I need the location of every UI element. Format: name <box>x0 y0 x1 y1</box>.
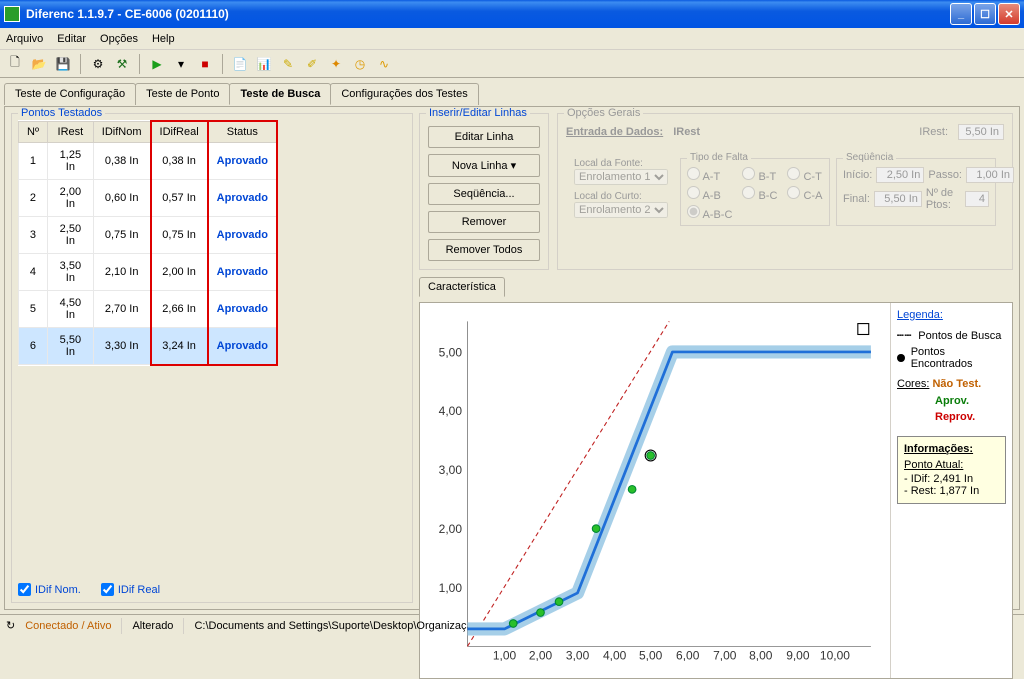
chk-idifreal[interactable]: IDif Real <box>101 583 160 596</box>
brush1-icon[interactable]: ✎ <box>279 55 297 73</box>
menu-opcoes[interactable]: Opções <box>100 33 138 45</box>
table-row[interactable]: 43,50 In2,10 In2,00 InAprovado <box>19 254 278 291</box>
menu-arquivo[interactable]: Arquivo <box>6 33 43 45</box>
report-icon[interactable]: 📄 <box>231 55 249 73</box>
play-icon[interactable]: ▶ <box>148 55 166 73</box>
irest-label: IRest: <box>919 126 948 138</box>
window-title: Diferenc 1.1.9.7 - CE-6006 (0201110) <box>26 7 229 21</box>
svg-text:3,00: 3,00 <box>566 648 590 662</box>
opcoes-title: Opções Gerais <box>564 107 643 119</box>
chart-area[interactable]: 1,00 2,00 3,00 4,00 5,00 6,00 7,00 8,00 9,00 10,0… <box>420 303 890 678</box>
table-row[interactable]: 11,25 In0,38 In0,38 InAprovado <box>19 143 278 180</box>
pontos-table: Nº IRest IDifNom IDifReal Status 11,25 I… <box>18 120 278 366</box>
settings-icon[interactable]: ⚙ <box>89 55 107 73</box>
info-box: Informações: Ponto Atual: - IDif: 2,491 … <box>897 436 1006 504</box>
localfonte-label: Local da Fonte: <box>574 158 674 169</box>
dot-icon <box>897 354 905 362</box>
dropdown-icon[interactable]: ▾ <box>172 55 190 73</box>
menu-editar[interactable]: Editar <box>57 33 86 45</box>
tab-config-testes[interactable]: Configurações dos Testes <box>330 83 478 105</box>
star-icon[interactable]: ✦ <box>327 55 345 73</box>
dash-icon: ┄┄ <box>897 329 912 342</box>
insedit-title: Inserir/Editar Linhas <box>426 107 530 119</box>
col-status[interactable]: Status <box>208 121 277 143</box>
minimize-button[interactable]: _ <box>950 3 972 25</box>
svg-text:10,00: 10,00 <box>820 648 850 662</box>
pontos-testados-title: Pontos Testados <box>18 107 105 119</box>
tab-busca[interactable]: Teste de Busca <box>229 83 331 105</box>
remover-button[interactable]: Remover <box>428 211 540 233</box>
svg-text:2,00: 2,00 <box>529 648 553 662</box>
svg-text:4,00: 4,00 <box>439 404 463 418</box>
irest-input <box>958 124 1004 140</box>
entrada-value: IRest <box>673 126 700 138</box>
svg-text:9,00: 9,00 <box>786 648 810 662</box>
tipofalta-title: Tipo de Falta <box>687 152 751 163</box>
svg-text:5,00: 5,00 <box>639 648 663 662</box>
status-conectado: Conectado / Ativo <box>25 620 111 632</box>
svg-text:4,00: 4,00 <box>603 648 627 662</box>
wave-icon[interactable]: ∿ <box>375 55 393 73</box>
localfonte-select: Enrolamento 1 <box>574 169 668 185</box>
open-icon[interactable]: 📂 <box>30 55 48 73</box>
close-button[interactable]: ✕ <box>998 3 1020 25</box>
stop-icon[interactable]: ■ <box>196 55 214 73</box>
config-icon[interactable]: ⚒ <box>113 55 131 73</box>
tab-configuracao[interactable]: Teste de Configuração <box>4 83 136 105</box>
localcurto-select: Enrolamento 2 <box>574 202 668 218</box>
sequencia-button[interactable]: Seqüência... <box>428 183 540 205</box>
brush2-icon[interactable]: ✐ <box>303 55 321 73</box>
table-row[interactable]: 65,50 In3,30 In3,24 InAprovado <box>19 328 278 365</box>
maximize-button[interactable]: ☐ <box>974 3 996 25</box>
svg-text:1,00: 1,00 <box>493 648 517 662</box>
app-icon <box>4 6 20 22</box>
table-row[interactable]: 22,00 In0,60 In0,57 InAprovado <box>19 180 278 217</box>
svg-text:7,00: 7,00 <box>713 648 737 662</box>
refresh-icon[interactable]: ↻ <box>6 619 15 632</box>
col-idifnom[interactable]: IDifNom <box>93 121 150 143</box>
col-irest[interactable]: IRest <box>47 121 93 143</box>
svg-text:1,00: 1,00 <box>439 581 463 595</box>
save-icon[interactable]: 💾 <box>54 55 72 73</box>
svg-text:6,00: 6,00 <box>676 648 700 662</box>
seq-title: Seqüência <box>843 152 896 163</box>
tab-ponto[interactable]: Teste de Ponto <box>135 83 230 105</box>
editar-linha-button[interactable]: Editar Linha <box>428 126 540 148</box>
new-icon[interactable]: 🗋 <box>6 55 24 73</box>
localcurto-label: Local do Curto: <box>574 191 674 202</box>
entrada-label: Entrada de Dados: <box>566 126 663 138</box>
remover-todos-button[interactable]: Remover Todos <box>428 239 540 261</box>
menu-help[interactable]: Help <box>152 33 175 45</box>
svg-text:8,00: 8,00 <box>749 648 773 662</box>
clock-icon[interactable]: ◷ <box>351 55 369 73</box>
col-idifreal[interactable]: IDifReal <box>151 121 208 143</box>
table-row[interactable]: 54,50 In2,70 In2,66 InAprovado <box>19 291 278 328</box>
chk-idifnom[interactable]: IDif Nom. <box>18 583 81 596</box>
nova-linha-button[interactable]: Nova Linha ▾ <box>428 154 540 177</box>
table-row[interactable]: 32,50 In0,75 In0,75 InAprovado <box>19 217 278 254</box>
chart-icon[interactable]: 📊 <box>255 55 273 73</box>
col-n[interactable]: Nº <box>19 121 48 143</box>
svg-text:5,00: 5,00 <box>439 345 463 359</box>
status-alterado: Alterado <box>132 620 173 632</box>
svg-text:2,00: 2,00 <box>439 522 463 536</box>
svg-text:3,00: 3,00 <box>439 463 463 477</box>
tab-caracteristica[interactable]: Característica <box>419 277 505 297</box>
legend-title: Legenda: <box>891 303 1012 327</box>
